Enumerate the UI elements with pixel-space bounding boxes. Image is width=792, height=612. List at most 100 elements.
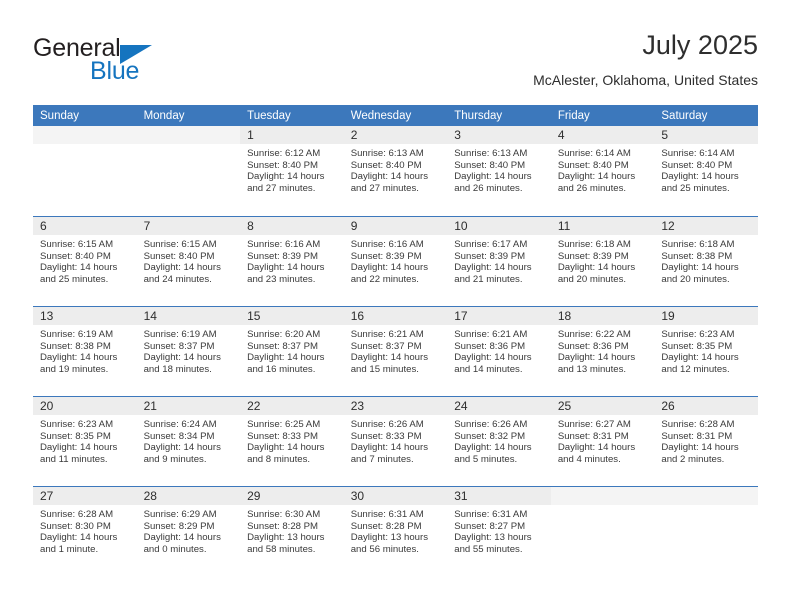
day-cell[interactable]: 24 Sunrise: 6:26 AM Sunset: 8:32 PM Dayl… — [447, 396, 551, 486]
sunrise-text: Sunrise: 6:21 AM — [454, 329, 528, 340]
sunrise-text: Sunrise: 6:30 AM — [247, 509, 321, 520]
sunset-text: Sunset: 8:30 PM — [40, 520, 111, 532]
daylight-text-line2: and 7 minutes. — [350, 454, 414, 466]
day-cell[interactable]: 7 Sunrise: 6:15 AM Sunset: 8:40 PM Dayli… — [136, 216, 241, 306]
daylight-text-line1: Daylight: 14 hours — [247, 262, 325, 274]
day-cell[interactable]: 17 Sunrise: 6:21 AM Sunset: 8:36 PM Dayl… — [447, 306, 551, 396]
day-details: Sunrise: 6:28 AM Sunset: 8:30 PM Dayligh… — [33, 505, 137, 556]
day-cell[interactable] — [654, 486, 758, 576]
daylight-text-line2: and 23 minutes. — [247, 274, 316, 286]
daylight-text-line1: Daylight: 14 hours — [454, 171, 532, 183]
sunset-text: Sunset: 8:39 PM — [247, 250, 319, 262]
daylight-text-line1: Daylight: 14 hours — [40, 442, 118, 454]
day-cell[interactable]: 6 Sunrise: 6:15 AM Sunset: 8:40 PM Dayli… — [33, 216, 137, 306]
sunset-text: Sunset: 8:27 PM — [454, 520, 526, 532]
day-cell[interactable]: 31 Sunrise: 6:31 AM Sunset: 8:27 PM Dayl… — [447, 486, 551, 576]
day-cell[interactable] — [136, 126, 241, 216]
calendar-week-row: 13 Sunrise: 6:19 AM Sunset: 8:38 PM Dayl… — [33, 306, 758, 396]
day-cell-inner — [550, 486, 655, 576]
day-cell[interactable]: 26 Sunrise: 6:28 AM Sunset: 8:31 PM Dayl… — [654, 396, 758, 486]
calendar-week-row: 6 Sunrise: 6:15 AM Sunset: 8:40 PM Dayli… — [33, 216, 758, 306]
day-cell[interactable]: 13 Sunrise: 6:19 AM Sunset: 8:38 PM Dayl… — [33, 306, 137, 396]
day-cell[interactable]: 25 Sunrise: 6:27 AM Sunset: 8:31 PM Dayl… — [550, 396, 655, 486]
day-cell-inner: 10 Sunrise: 6:17 AM Sunset: 8:39 PM Dayl… — [447, 216, 551, 306]
daylight-text-line1: Daylight: 14 hours — [350, 442, 429, 454]
day-cell[interactable]: 14 Sunrise: 6:19 AM Sunset: 8:37 PM Dayl… — [136, 306, 241, 396]
sunrise-text: Sunrise: 6:16 AM — [247, 239, 321, 250]
day-cell[interactable]: 30 Sunrise: 6:31 AM Sunset: 8:28 PM Dayl… — [343, 486, 448, 576]
daylight-text-line1: Daylight: 14 hours — [40, 262, 118, 274]
day-number: 7 — [136, 217, 241, 235]
day-cell[interactable]: 4 Sunrise: 6:14 AM Sunset: 8:40 PM Dayli… — [550, 126, 655, 216]
day-cell[interactable]: 23 Sunrise: 6:26 AM Sunset: 8:33 PM Dayl… — [343, 396, 448, 486]
sunset-text: Sunset: 8:38 PM — [661, 250, 733, 262]
day-cell[interactable]: 11 Sunrise: 6:18 AM Sunset: 8:39 PM Dayl… — [550, 216, 655, 306]
day-number: 18 — [550, 307, 655, 325]
day-cell[interactable]: 27 Sunrise: 6:28 AM Sunset: 8:30 PM Dayl… — [33, 486, 137, 576]
day-cell[interactable]: 18 Sunrise: 6:22 AM Sunset: 8:36 PM Dayl… — [550, 306, 655, 396]
day-cell[interactable] — [33, 126, 137, 216]
day-cell[interactable]: 3 Sunrise: 6:13 AM Sunset: 8:40 PM Dayli… — [447, 126, 551, 216]
daylight-text-line2: and 19 minutes. — [40, 364, 109, 376]
day-cell-inner: 3 Sunrise: 6:13 AM Sunset: 8:40 PM Dayli… — [447, 126, 551, 216]
general-blue-logo[interactable]: General Blue — [33, 34, 233, 96]
day-cell[interactable]: 29 Sunrise: 6:30 AM Sunset: 8:28 PM Dayl… — [240, 486, 344, 576]
daylight-text-line2: and 25 minutes. — [40, 274, 109, 286]
daylight-text-line2: and 26 minutes. — [557, 183, 627, 195]
day-cell[interactable]: 5 Sunrise: 6:14 AM Sunset: 8:40 PM Dayli… — [654, 126, 758, 216]
daylight-text-line2: and 21 minutes. — [454, 274, 523, 286]
daylight-text-line2: and 20 minutes. — [661, 274, 730, 286]
day-cell[interactable]: 12 Sunrise: 6:18 AM Sunset: 8:38 PM Dayl… — [654, 216, 758, 306]
day-cell[interactable]: 9 Sunrise: 6:16 AM Sunset: 8:39 PM Dayli… — [343, 216, 448, 306]
calendar-body: 1 Sunrise: 6:12 AM Sunset: 8:40 PM Dayli… — [33, 126, 758, 576]
sunset-text: Sunset: 8:37 PM — [143, 340, 215, 352]
day-cell[interactable]: 1 Sunrise: 6:12 AM Sunset: 8:40 PM Dayli… — [240, 126, 344, 216]
daylight-text-line1: Daylight: 14 hours — [557, 262, 636, 274]
day-number: 26 — [654, 397, 758, 415]
sunrise-text: Sunrise: 6:27 AM — [557, 419, 631, 430]
day-cell[interactable] — [550, 486, 655, 576]
day-number: 8 — [240, 217, 344, 235]
daylight-text-line1: Daylight: 14 hours — [143, 532, 221, 544]
day-cell[interactable]: 21 Sunrise: 6:24 AM Sunset: 8:34 PM Dayl… — [136, 396, 241, 486]
calendar-table: Sunday Monday Tuesday Wednesday Thursday… — [33, 105, 758, 576]
day-number: 25 — [550, 397, 655, 415]
sunrise-text: Sunrise: 6:26 AM — [454, 419, 528, 430]
day-cell[interactable]: 16 Sunrise: 6:21 AM Sunset: 8:37 PM Dayl… — [343, 306, 448, 396]
day-cell[interactable]: 20 Sunrise: 6:23 AM Sunset: 8:35 PM Dayl… — [33, 396, 137, 486]
day-cell[interactable]: 28 Sunrise: 6:29 AM Sunset: 8:29 PM Dayl… — [136, 486, 241, 576]
day-details: Sunrise: 6:13 AM Sunset: 8:40 PM Dayligh… — [344, 144, 448, 195]
day-number: 11 — [550, 217, 655, 235]
day-cell[interactable]: 22 Sunrise: 6:25 AM Sunset: 8:33 PM Dayl… — [240, 396, 344, 486]
sunrise-text: Sunrise: 6:18 AM — [661, 239, 735, 250]
daylight-text-line2: and 11 minutes. — [40, 454, 108, 466]
daylight-text-line2: and 5 minutes. — [454, 454, 518, 466]
sunrise-text: Sunrise: 6:13 AM — [454, 148, 528, 159]
day-cell[interactable]: 15 Sunrise: 6:20 AM Sunset: 8:37 PM Dayl… — [240, 306, 344, 396]
weekday-header-saturday: Saturday — [654, 105, 758, 126]
day-cell-inner: 9 Sunrise: 6:16 AM Sunset: 8:39 PM Dayli… — [343, 216, 448, 306]
day-details — [33, 144, 137, 148]
sunrise-text: Sunrise: 6:28 AM — [661, 419, 735, 430]
page-subtitle: McAlester, Oklahoma, United States — [533, 72, 758, 88]
daylight-text-line2: and 27 minutes. — [247, 183, 316, 195]
day-number — [33, 126, 137, 144]
day-cell[interactable]: 19 Sunrise: 6:23 AM Sunset: 8:35 PM Dayl… — [654, 306, 758, 396]
daylight-text-line1: Daylight: 13 hours — [247, 532, 325, 544]
daylight-text-line1: Daylight: 14 hours — [454, 352, 532, 364]
sunrise-text: Sunrise: 6:31 AM — [350, 509, 424, 520]
day-details: Sunrise: 6:20 AM Sunset: 8:37 PM Dayligh… — [240, 325, 344, 376]
daylight-text-line1: Daylight: 14 hours — [350, 171, 429, 183]
day-details: Sunrise: 6:16 AM Sunset: 8:39 PM Dayligh… — [344, 235, 448, 286]
day-cell-inner: 18 Sunrise: 6:22 AM Sunset: 8:36 PM Dayl… — [550, 306, 655, 396]
daylight-text-line1: Daylight: 14 hours — [143, 262, 221, 274]
sunset-text: Sunset: 8:38 PM — [40, 340, 111, 352]
day-details: Sunrise: 6:24 AM Sunset: 8:34 PM Dayligh… — [137, 415, 241, 466]
day-cell[interactable]: 10 Sunrise: 6:17 AM Sunset: 8:39 PM Dayl… — [447, 216, 551, 306]
sunset-text: Sunset: 8:40 PM — [350, 159, 422, 171]
day-cell[interactable]: 2 Sunrise: 6:13 AM Sunset: 8:40 PM Dayli… — [343, 126, 448, 216]
day-details: Sunrise: 6:21 AM Sunset: 8:37 PM Dayligh… — [344, 325, 448, 376]
day-cell-inner: 27 Sunrise: 6:28 AM Sunset: 8:30 PM Dayl… — [33, 486, 137, 576]
day-cell[interactable]: 8 Sunrise: 6:16 AM Sunset: 8:39 PM Dayli… — [240, 216, 344, 306]
sunrise-text: Sunrise: 6:25 AM — [247, 419, 321, 430]
